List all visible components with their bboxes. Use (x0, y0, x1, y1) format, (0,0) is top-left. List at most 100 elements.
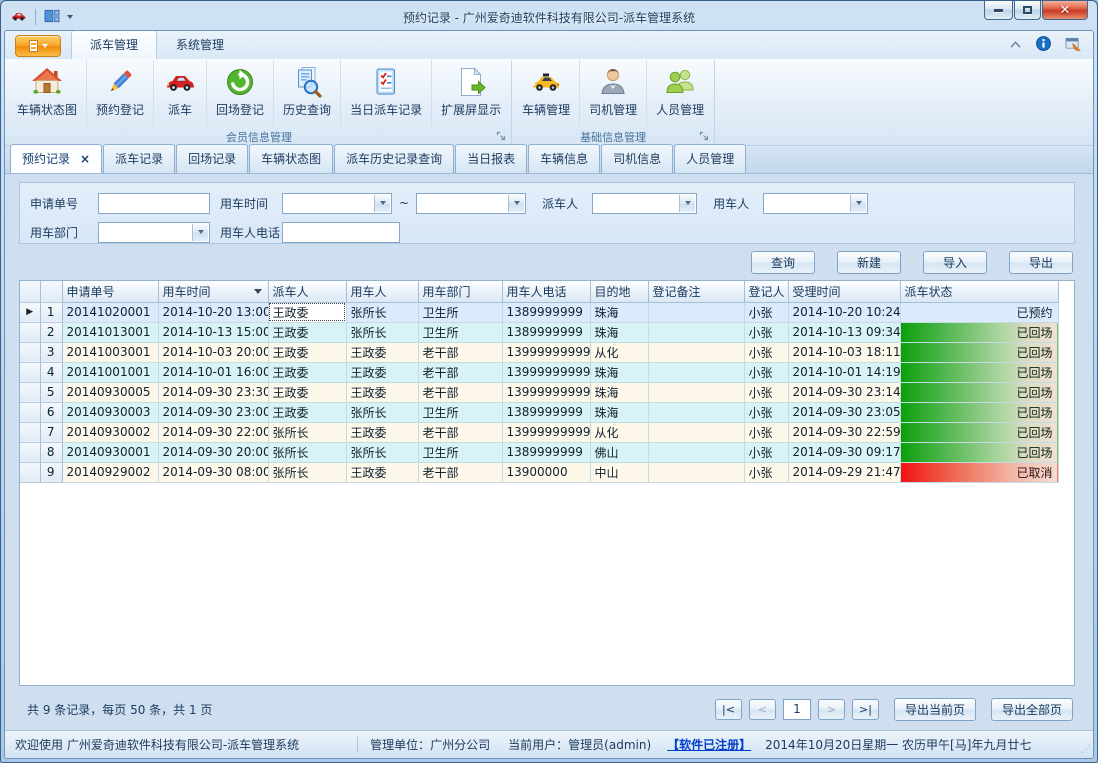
dialog-launcher-icon[interactable] (496, 131, 507, 142)
grid-cell[interactable] (648, 422, 744, 442)
department-combo[interactable] (98, 222, 210, 243)
grid-cell[interactable]: 2014-10-20 13:00 (158, 302, 268, 322)
grid-cell[interactable]: 卫生所 (418, 302, 502, 322)
doc-tab-0[interactable]: 预约记录× (10, 144, 102, 173)
grid-cell[interactable]: 王政委 (346, 462, 418, 482)
grid-cell[interactable]: 珠海 (590, 302, 648, 322)
grid-cell[interactable]: 王政委 (346, 422, 418, 442)
grid-cell[interactable]: 王政委 (346, 342, 418, 362)
grid-cell[interactable]: 2014-10-13 15:00 (158, 322, 268, 342)
ribbon-button-driver-management[interactable]: 司机管理 (579, 60, 646, 128)
layout-icon[interactable] (44, 9, 60, 26)
table-row[interactable]: 4201410010012014-10-01 16:00王政委王政委老干部139… (20, 362, 1058, 382)
application-menu-button[interactable] (15, 35, 61, 57)
dispatch-status-cell[interactable]: 已取消 (900, 462, 1058, 482)
grid-cell[interactable]: 20140930005 (62, 382, 158, 402)
ribbon-button-extended-screen[interactable]: 扩展屏显示 (431, 60, 510, 128)
grid-cell[interactable] (648, 402, 744, 422)
close-button[interactable]: ✕ (1042, 1, 1088, 20)
doc-tab-6[interactable]: 车辆信息 (528, 144, 600, 173)
grid-cell[interactable]: 2014-10-01 16:00 (158, 362, 268, 382)
grid-cell[interactable]: 20141003001 (62, 342, 158, 362)
maximize-button[interactable] (1014, 1, 1041, 20)
grid-cell[interactable]: 小张 (744, 442, 788, 462)
grid-cell[interactable]: 佛山 (590, 442, 648, 462)
grid-cell[interactable]: 小张 (744, 362, 788, 382)
grid-cell[interactable]: 20140929002 (62, 462, 158, 482)
chevron-down-icon[interactable] (850, 195, 866, 212)
grid-cell[interactable]: 老干部 (418, 462, 502, 482)
chevron-down-icon[interactable] (192, 224, 208, 241)
grid-cell[interactable] (648, 362, 744, 382)
grid-cell[interactable]: 张所长 (346, 322, 418, 342)
ribbon-button-dispatch-car[interactable]: 派车 (153, 60, 206, 128)
column-header[interactable]: 用车人电话 (502, 281, 590, 302)
dispatch-status-cell[interactable]: 已预约 (900, 302, 1058, 322)
grid-cell[interactable]: 2014-09-30 22:59 (788, 422, 900, 442)
export-button[interactable]: 导出 (1009, 251, 1073, 274)
grid-cell[interactable]: 小张 (744, 382, 788, 402)
grid-cell[interactable]: 2014-10-20 10:24 (788, 302, 900, 322)
license-link[interactable]: 【软件已注册】 (667, 736, 751, 753)
ribbon-button-today-dispatch-records[interactable]: 当日派车记录 (340, 60, 431, 128)
table-row[interactable]: 2201410130012014-10-13 15:00王政委张所长卫生所138… (20, 322, 1058, 342)
chevron-down-icon[interactable] (679, 195, 695, 212)
grid-cell[interactable]: 20140930002 (62, 422, 158, 442)
column-header[interactable]: 用车部门 (418, 281, 502, 302)
grid-cell[interactable]: 2014-09-30 23:30 (158, 382, 268, 402)
grid-cell[interactable]: 张所长 (268, 442, 346, 462)
table-row[interactable]: 9201409290022014-09-30 08:00张所长王政委老干部139… (20, 462, 1058, 482)
doc-tab-5[interactable]: 当日报表 (455, 144, 527, 173)
grid-cell[interactable]: 老干部 (418, 342, 502, 362)
grid-cell[interactable]: 1389999999 (502, 402, 590, 422)
grid-cell[interactable]: 老干部 (418, 422, 502, 442)
ribbon-button-vehicle-status-map[interactable]: 车辆状态图 (8, 60, 86, 128)
grid-cell[interactable]: 珠海 (590, 322, 648, 342)
use-time-to-combo[interactable] (416, 193, 526, 214)
grid-cell[interactable] (648, 302, 744, 322)
grid-cell[interactable] (648, 322, 744, 342)
page-number-input[interactable]: 1 (783, 699, 811, 720)
grid-cell[interactable]: 小张 (744, 422, 788, 442)
query-button[interactable]: 查询 (751, 251, 815, 274)
grid-cell[interactable] (648, 442, 744, 462)
car-user-combo[interactable] (763, 193, 868, 214)
doc-tab-8[interactable]: 人员管理 (674, 144, 746, 173)
grid-cell[interactable]: 1389999999 (502, 442, 590, 462)
ribbon-tab-0[interactable]: 派车管理 (71, 30, 157, 59)
collapse-ribbon-icon[interactable] (1009, 38, 1022, 52)
grid-cell[interactable]: 2014-10-03 20:00 (158, 342, 268, 362)
dispatch-status-cell[interactable]: 已回场 (900, 442, 1058, 462)
import-button[interactable]: 导入 (923, 251, 987, 274)
column-header[interactable]: 登记人 (744, 281, 788, 302)
grid-cell[interactable]: 20141013001 (62, 322, 158, 342)
grid-cell[interactable] (648, 342, 744, 362)
ribbon-button-personnel-management[interactable]: 人员管理 (646, 60, 713, 128)
grid-cell[interactable]: 张所长 (268, 422, 346, 442)
grid-cell[interactable]: 20141020001 (62, 302, 158, 322)
doc-tab-7[interactable]: 司机信息 (601, 144, 673, 173)
grid-cell[interactable]: 13900000 (502, 462, 590, 482)
dialog-launcher-icon[interactable] (699, 131, 710, 142)
grid-cell[interactable]: 珠海 (590, 382, 648, 402)
grid-cell[interactable]: 从化 (590, 342, 648, 362)
column-header[interactable]: 派车状态 (900, 281, 1058, 302)
grid-cell[interactable]: 20140930001 (62, 442, 158, 462)
grid-cell[interactable]: 张所长 (346, 302, 418, 322)
grid-cell[interactable]: 1389999999 (502, 302, 590, 322)
grid-cell[interactable]: 中山 (590, 462, 648, 482)
grid-cell[interactable]: 小张 (744, 302, 788, 322)
close-tab-icon[interactable]: × (80, 153, 90, 165)
use-time-from-combo[interactable] (282, 193, 392, 214)
grid-cell[interactable]: 珠海 (590, 362, 648, 382)
grid-cell[interactable]: 2014-10-01 14:19 (788, 362, 900, 382)
grid-cell[interactable]: 老干部 (418, 382, 502, 402)
doc-tab-2[interactable]: 回场记录 (176, 144, 248, 173)
grid-cell[interactable]: 从化 (590, 422, 648, 442)
grid-cell[interactable]: 王政委 (346, 382, 418, 402)
doc-tab-1[interactable]: 派车记录 (103, 144, 175, 173)
doc-tab-3[interactable]: 车辆状态图 (249, 144, 333, 173)
table-row[interactable]: 7201409300022014-09-30 22:00张所长王政委老干部139… (20, 422, 1058, 442)
grid-cell[interactable]: 13999999999 (502, 342, 590, 362)
column-header[interactable]: 用车时间 (158, 281, 268, 302)
